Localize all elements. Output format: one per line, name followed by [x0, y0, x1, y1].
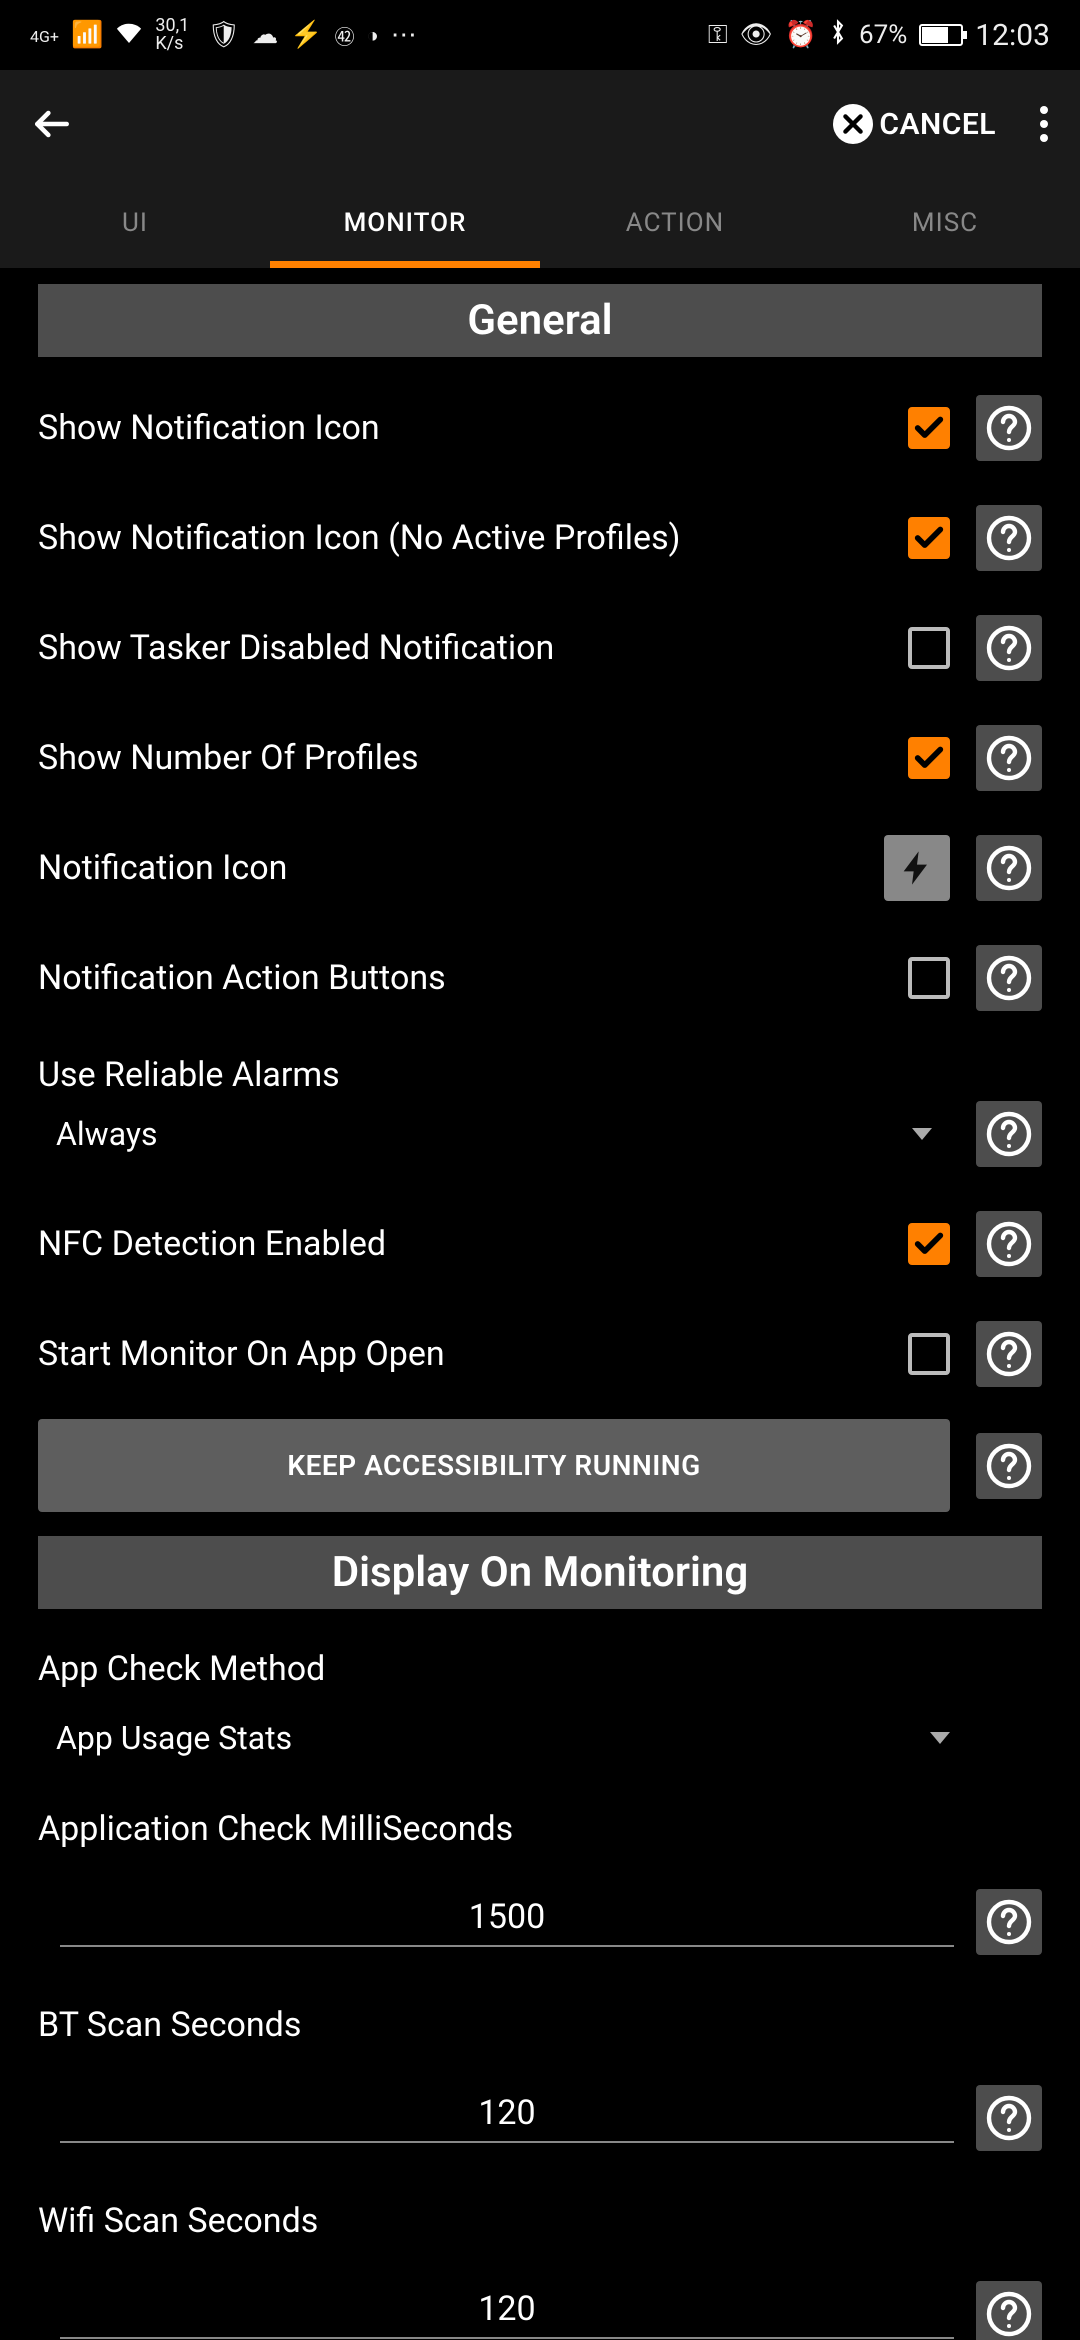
- bluetooth-icon: [829, 19, 847, 52]
- cancel-label: CANCEL: [879, 107, 996, 142]
- eye-icon: 👁: [740, 20, 773, 50]
- help-keep-accessibility[interactable]: [976, 1433, 1042, 1499]
- row-keep-accessibility: KEEP ACCESSIBILITY RUNNING: [38, 1419, 1042, 1512]
- tab-action[interactable]: ACTION: [540, 178, 810, 268]
- input-wifi-scan[interactable]: 120: [60, 2289, 954, 2339]
- help-reliable-alarms[interactable]: [976, 1101, 1042, 1167]
- help-show-num-profiles[interactable]: [976, 725, 1042, 791]
- checkbox-show-num-profiles[interactable]: [908, 737, 950, 779]
- status-right: ⚿ 👁 ⏰ 67% 12:03: [708, 18, 1050, 53]
- input-app-check-ms[interactable]: 1500: [60, 1897, 954, 1947]
- row-start-monitor-open: Start Monitor On App Open: [38, 1299, 1042, 1409]
- checkbox-start-monitor-open[interactable]: [908, 1333, 950, 1375]
- row-app-check-ms: 1500: [38, 1889, 1042, 1955]
- notif-icon-picker[interactable]: [884, 835, 950, 901]
- circle-67-icon: ㊷: [335, 21, 355, 50]
- label-show-tasker-disabled: Show Tasker Disabled Notification: [38, 628, 908, 668]
- row-show-notif-icon: Show Notification Icon: [38, 373, 1042, 483]
- checkbox-notif-action-buttons[interactable]: [908, 957, 950, 999]
- dropdown-reliable-alarms[interactable]: Always: [38, 1101, 1042, 1189]
- help-bt-scan[interactable]: [976, 2085, 1042, 2151]
- label-app-check-method: App Check Method: [38, 1625, 1042, 1699]
- circle-icon2: ◑: [367, 23, 379, 48]
- row-show-num-profiles: Show Number Of Profiles: [38, 703, 1042, 813]
- label-wifi-scan: Wifi Scan Seconds: [38, 2191, 1042, 2251]
- label-show-notif-icon: Show Notification Icon: [38, 408, 908, 448]
- tab-misc[interactable]: MISC: [810, 178, 1080, 268]
- checkbox-show-tasker-disabled[interactable]: [908, 627, 950, 669]
- settings-scroll[interactable]: General Show Notification Icon Show Noti…: [0, 268, 1080, 2340]
- close-icon: [833, 104, 873, 144]
- wifi-icon: [115, 20, 143, 50]
- checkbox-show-notif-icon[interactable]: [908, 407, 950, 449]
- label-notif-icon: Notification Icon: [38, 848, 884, 888]
- clock: 12:03: [975, 18, 1050, 53]
- row-show-notif-icon-noactive: Show Notification Icon (No Active Profil…: [38, 483, 1042, 593]
- help-notif-icon[interactable]: [976, 835, 1042, 901]
- label-app-check-ms: Application Check MilliSeconds: [38, 1799, 1042, 1859]
- shield-icon: 🛡: [207, 20, 240, 50]
- alarm-icon: ⏰: [785, 20, 817, 50]
- label-start-monitor-open: Start Monitor On App Open: [38, 1334, 908, 1374]
- help-notif-action-buttons[interactable]: [976, 945, 1042, 1011]
- net-type: 4G+: [30, 17, 59, 45]
- section-general-header: General: [38, 284, 1042, 357]
- app-bar: CANCEL: [0, 70, 1080, 178]
- row-notif-icon: Notification Icon: [38, 813, 1042, 923]
- row-wifi-scan: 120: [38, 2281, 1042, 2340]
- tab-ui[interactable]: UI: [0, 178, 270, 268]
- tab-monitor[interactable]: MONITOR: [270, 178, 540, 268]
- help-start-monitor-open[interactable]: [976, 1321, 1042, 1387]
- help-nfc-detection[interactable]: [976, 1211, 1042, 1277]
- overflow-menu-button[interactable]: [1040, 106, 1048, 142]
- status-left: 4G+ 📶 30,1 K/s 🛡 ☁ ⚡ ㊷ ◑ ⋯: [30, 17, 417, 53]
- chevron-down-icon: [912, 1128, 932, 1140]
- label-show-notif-icon-noactive: Show Notification Icon (No Active Profil…: [38, 518, 908, 558]
- label-nfc-detection: NFC Detection Enabled: [38, 1224, 908, 1264]
- back-button[interactable]: [22, 94, 82, 154]
- tab-bar: UI MONITOR ACTION MISC: [0, 178, 1080, 268]
- flash-icon: ⚡: [290, 20, 322, 50]
- help-wifi-scan[interactable]: [976, 2281, 1042, 2340]
- row-show-tasker-disabled: Show Tasker Disabled Notification: [38, 593, 1042, 703]
- label-reliable-alarms: Use Reliable Alarms: [38, 1055, 1042, 1095]
- section-display-on-header: Display On Monitoring: [38, 1536, 1042, 1609]
- row-reliable-alarms: Use Reliable Alarms: [38, 1033, 1042, 1101]
- row-bt-scan: 120: [38, 2085, 1042, 2151]
- battery-pct: 67%: [859, 20, 907, 50]
- key-icon: ⚿: [708, 20, 728, 51]
- dropdown-app-check-method[interactable]: App Usage Stats: [38, 1699, 1042, 1781]
- label-bt-scan: BT Scan Seconds: [38, 1995, 1042, 2055]
- dropdown-app-check-method-value: App Usage Stats: [56, 1719, 292, 1757]
- cloud-icon: ☁: [252, 20, 278, 50]
- dropdown-reliable-alarms-value: Always: [56, 1115, 158, 1153]
- help-show-notif-icon[interactable]: [976, 395, 1042, 461]
- status-bar: 4G+ 📶 30,1 K/s 🛡 ☁ ⚡ ㊷ ◑ ⋯ ⚿ 👁 ⏰ 67% 12:…: [0, 0, 1080, 70]
- label-notif-action-buttons: Notification Action Buttons: [38, 958, 908, 998]
- input-bt-scan[interactable]: 120: [60, 2093, 954, 2143]
- checkbox-show-notif-icon-noactive[interactable]: [908, 517, 950, 559]
- row-notif-action-buttons: Notification Action Buttons: [38, 923, 1042, 1033]
- chevron-down-icon: [930, 1732, 950, 1744]
- more-icon: ⋯: [391, 20, 417, 50]
- battery-icon: [919, 24, 963, 46]
- help-show-tasker-disabled[interactable]: [976, 615, 1042, 681]
- help-app-check-ms[interactable]: [976, 1889, 1042, 1955]
- checkbox-nfc-detection[interactable]: [908, 1223, 950, 1265]
- row-nfc-detection: NFC Detection Enabled: [38, 1189, 1042, 1299]
- cancel-button[interactable]: CANCEL: [813, 92, 1016, 156]
- net-speed: 30,1 K/s: [155, 17, 189, 53]
- keep-accessibility-button[interactable]: KEEP ACCESSIBILITY RUNNING: [38, 1419, 950, 1512]
- help-show-notif-icon-noactive[interactable]: [976, 505, 1042, 571]
- signal-icon: 📶: [71, 20, 103, 50]
- label-show-num-profiles: Show Number Of Profiles: [38, 738, 908, 778]
